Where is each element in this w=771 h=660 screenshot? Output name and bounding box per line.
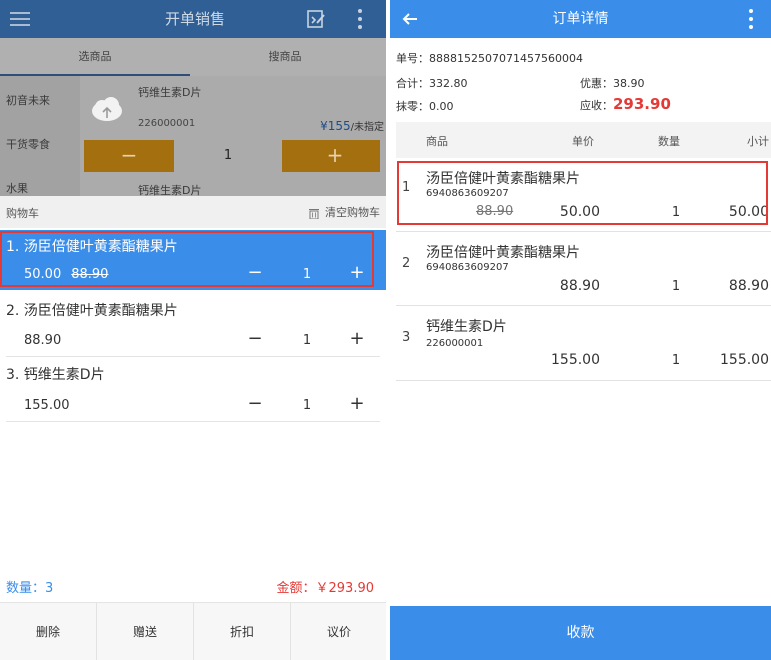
- row-product-name: 汤臣倍健叶黄素酯糖果片: [426, 245, 580, 261]
- row-unit-price: 155.00: [551, 352, 600, 368]
- highlight-box: [397, 161, 768, 225]
- product-name: 钙维生素D片: [138, 86, 202, 99]
- highlight-box: [0, 231, 374, 287]
- cart-item-increase-button[interactable]: +: [347, 328, 367, 349]
- cart-item-quantity: 1: [302, 333, 312, 348]
- order-discount-value: 38.90: [613, 77, 645, 90]
- cart-item-name: 2. 汤臣倍健叶黄素酯糖果片: [6, 303, 178, 319]
- cart-item-name: 3. 钙维生素D片: [6, 367, 105, 383]
- category-list: 初音未来 干货零食 水果: [0, 76, 80, 196]
- cart-item-quantity: 1: [302, 398, 312, 413]
- tab-select-products[interactable]: 选商品: [0, 38, 190, 76]
- price-note: /未指定: [350, 122, 384, 133]
- price-value: ¥155: [320, 119, 351, 133]
- order-number-label: 单号：: [396, 52, 429, 65]
- total-quantity: 数量：3: [6, 581, 54, 596]
- row-barcode: 6940863609207: [426, 262, 509, 273]
- cart-item-decrease-button[interactable]: −: [245, 393, 265, 414]
- order-total-label: 合计：: [396, 77, 429, 90]
- delete-button[interactable]: 删除: [0, 603, 96, 660]
- row-barcode: 226000001: [426, 338, 484, 349]
- product-placeholder-icon: [92, 97, 122, 121]
- page-title: 开单销售: [164, 10, 225, 28]
- tab-search-products[interactable]: 搜商品: [190, 38, 380, 76]
- divider: [6, 421, 380, 422]
- order-rounding-value: 0.00: [429, 100, 454, 113]
- page-title: 订单详情: [552, 11, 609, 27]
- increase-button[interactable]: +: [290, 140, 380, 172]
- column-header-quantity: 数量: [658, 135, 680, 148]
- product-quantity-stepper: − 1 +: [84, 140, 380, 172]
- cart-item-decrease-button[interactable]: −: [245, 328, 265, 349]
- divider: [6, 356, 380, 357]
- row-index: 2: [402, 256, 411, 271]
- category-item[interactable]: 干货零食: [6, 136, 50, 152]
- decrease-button[interactable]: −: [84, 140, 174, 172]
- category-item[interactable]: 水果: [6, 180, 28, 196]
- column-header-subtotal: 小计: [747, 135, 769, 148]
- order-amount-due-value: 293.90: [613, 95, 671, 113]
- cart-item[interactable]: 2. 汤臣倍健叶黄素酯糖果片 88.90 − 1 +: [0, 292, 390, 354]
- row-product-name: 钙维生素D片: [426, 319, 507, 335]
- category-item[interactable]: 初音未来: [6, 92, 50, 108]
- product-price: ¥155/未指定: [320, 118, 384, 133]
- order-rounding-label: 抹零：: [396, 100, 429, 113]
- row-subtotal: 88.90: [728, 278, 769, 294]
- cart-summary: 数量：3 金额：￥293.90: [0, 568, 390, 602]
- product-code: 226000001: [138, 118, 196, 129]
- column-header-product: 商品: [426, 135, 448, 148]
- divider: [396, 380, 771, 381]
- row-index: 3: [402, 330, 411, 345]
- row-quantity: 1: [671, 279, 681, 294]
- order-discount: 优惠：38.90: [580, 75, 645, 91]
- cart-item-price: 88.90: [24, 333, 62, 348]
- order-total: 合计：332.80: [396, 75, 468, 91]
- row-quantity: 1: [671, 353, 681, 368]
- clear-cart-button[interactable]: 清空购物车: [309, 204, 380, 220]
- top-app-bar: 开单销售: [0, 0, 390, 38]
- top-app-bar: 订单详情: [390, 0, 771, 38]
- edit-order-icon[interactable]: [306, 9, 326, 29]
- order-discount-label: 优惠：: [580, 77, 613, 90]
- order-row[interactable]: 3 钙维生素D片 226000001 155.00 1 155.00: [396, 306, 771, 380]
- cart-header: 购物车 清空购物车: [0, 196, 390, 228]
- order-rounding: 抹零：0.00: [396, 98, 454, 114]
- more-options-icon[interactable]: [356, 7, 364, 31]
- order-number-value: 8888152507071457560004: [429, 52, 583, 65]
- order-table-header: 商品 单价 数量 小计: [396, 122, 771, 158]
- product-tabs: 选商品 搜商品: [0, 38, 390, 76]
- order-row[interactable]: 2 汤臣倍健叶黄素酯糖果片 6940863609207 88.90 1 88.9…: [396, 232, 771, 304]
- gift-button[interactable]: 赠送: [97, 603, 193, 660]
- cart-label: 购物车: [6, 207, 39, 220]
- more-options-icon[interactable]: [747, 7, 755, 31]
- product-browser-dimmed: 选商品 搜商品 初音未来 干货零食 水果 钙维生素D片 226000001 ¥1…: [0, 38, 390, 196]
- order-amount-due-label: 应收：: [580, 99, 613, 112]
- order-detail-screen: 订单详情 单号：8888152507071457560004 合计：332.80…: [390, 0, 771, 660]
- collect-payment-label: 收款: [566, 625, 595, 641]
- cart-item[interactable]: 3. 钙维生素D片 155.00 − 1 +: [0, 358, 390, 420]
- collect-payment-button[interactable]: 收款: [390, 606, 771, 660]
- quantity-value[interactable]: 1: [174, 140, 282, 172]
- negotiate-price-button[interactable]: 议价: [291, 603, 387, 660]
- product-card[interactable]: 钙维生素D片 226000001 ¥155/未指定 − 1 + 钙维生素D片: [80, 76, 390, 196]
- product-name: 钙维生素D片: [138, 184, 202, 196]
- cart-item-price: 155.00: [24, 398, 70, 413]
- column-header-unit-price: 单价: [572, 135, 594, 148]
- order-amount-due: 应收：293.90: [580, 95, 671, 113]
- row-subtotal: 155.00: [720, 352, 769, 368]
- sales-screen: 开单销售 选商品 搜商品 初音未来 干货零食 水果 钙维生素D片 2260000…: [0, 0, 390, 660]
- trash-icon: [309, 208, 319, 219]
- order-number: 单号：8888152507071457560004: [396, 50, 583, 66]
- total-amount: 金额：￥293.90: [276, 581, 375, 596]
- discount-button[interactable]: 折扣: [194, 603, 290, 660]
- row-unit-price: 88.90: [559, 278, 600, 294]
- cart-item-increase-button[interactable]: +: [347, 393, 367, 414]
- cart-action-bar: 删除 赠送 折扣 议价: [0, 602, 390, 660]
- clear-cart-label: 清空购物车: [325, 206, 380, 219]
- order-total-value: 332.80: [429, 77, 468, 90]
